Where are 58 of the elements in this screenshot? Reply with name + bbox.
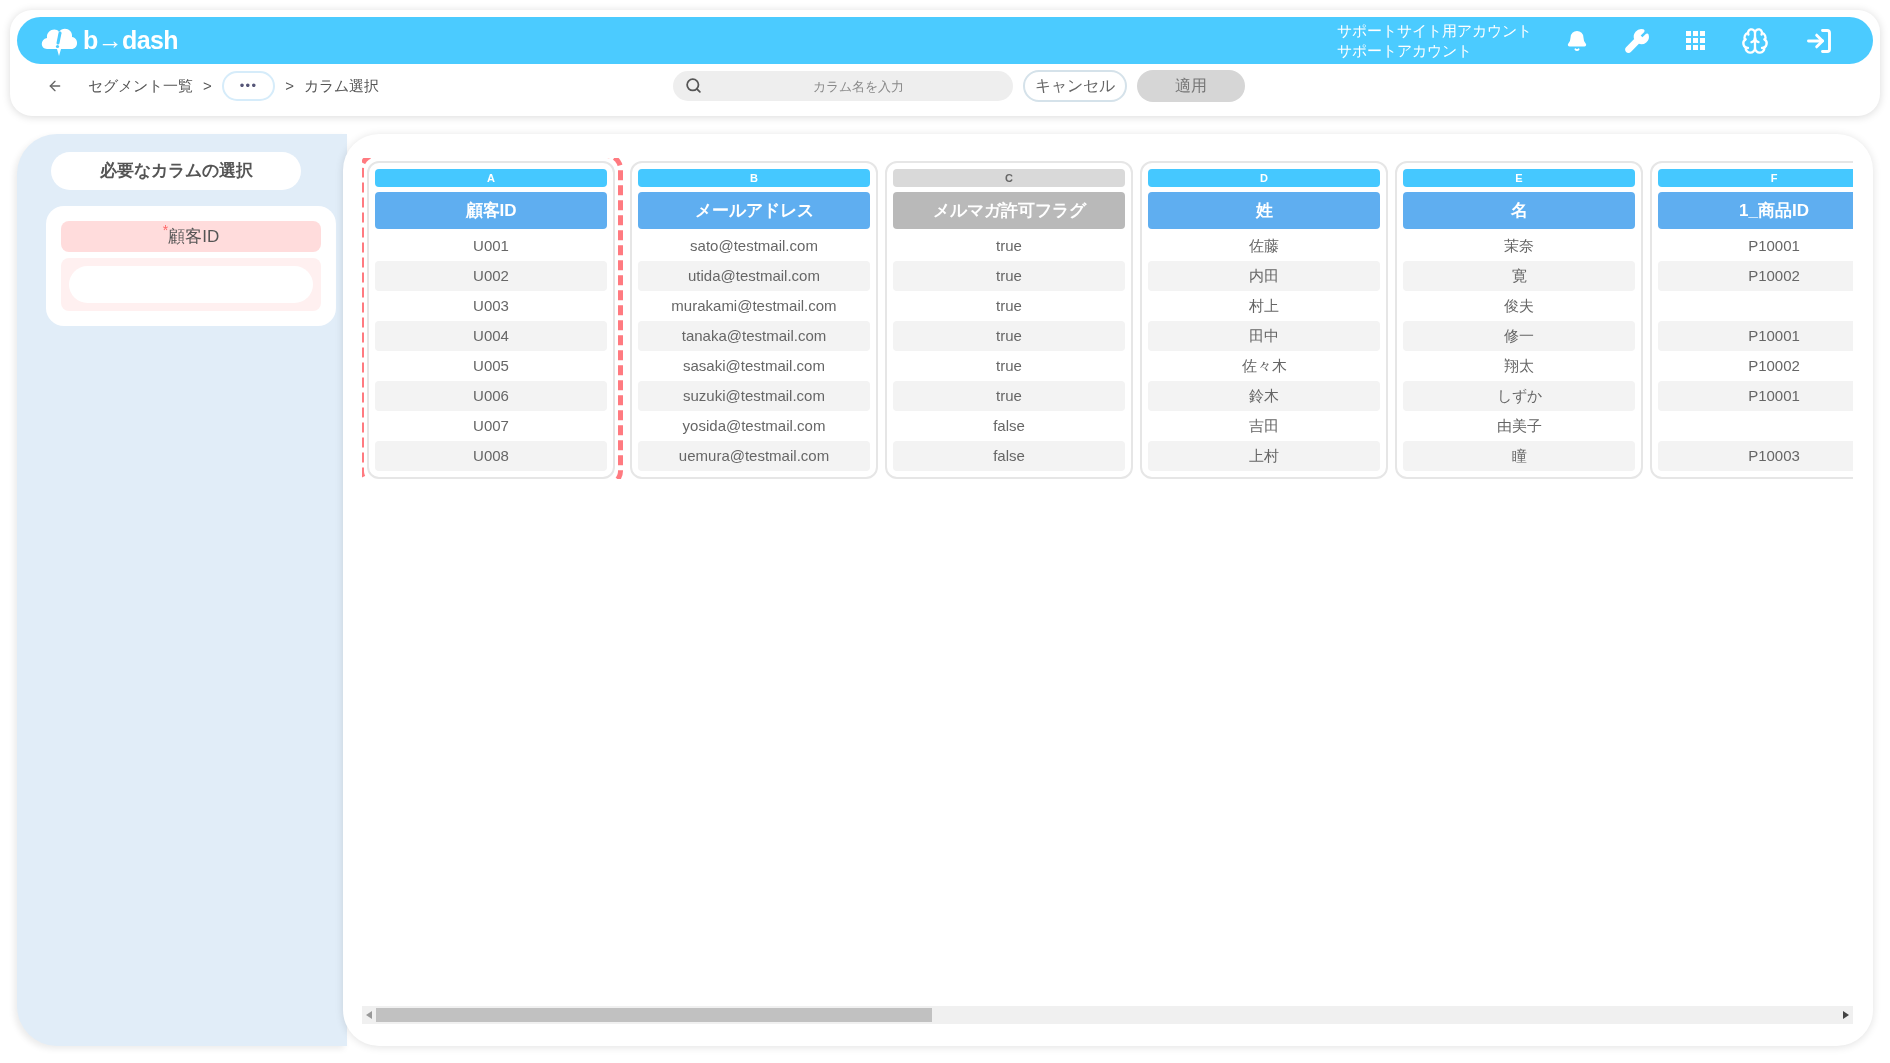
table-cell: true <box>893 261 1125 291</box>
more-breadcrumb-button[interactable]: ••• <box>221 71 276 101</box>
brain-icon[interactable] <box>1741 26 1769 55</box>
account-name: サポートサイト用アカウント <box>1337 20 1532 41</box>
notification-bell-icon[interactable] <box>1566 29 1588 52</box>
table-cell: U008 <box>375 441 607 471</box>
table-cell: U006 <box>375 381 607 411</box>
column-letter: D <box>1148 169 1380 187</box>
sidebar-title: 必要なカラムの選択 <box>51 152 301 190</box>
scrollbar-thumb[interactable] <box>376 1008 932 1022</box>
column-letter: B <box>638 169 870 187</box>
cancel-button[interactable]: キャンセル <box>1023 70 1128 102</box>
table-cell: U002 <box>375 261 607 291</box>
column-card[interactable]: C メルマガ許可フラグ true true true true true true false false <box>885 161 1133 479</box>
table-cell: 瞳 <box>1403 441 1635 471</box>
table-cell: true <box>893 381 1125 411</box>
scroll-left-icon[interactable] <box>366 1011 372 1019</box>
search-icon <box>685 77 703 94</box>
breadcrumb-link[interactable]: セグメント一覧 <box>88 74 193 98</box>
table-cell: suzuki@testmail.com <box>638 381 870 411</box>
column-card[interactable]: F 1_商品ID P10001 P10002 P10001 P10002 P10001 P10003 <box>1650 161 1853 479</box>
column-card[interactable]: B メールアドレス sato@testmail.com utida@testmail.com murakami@testmail.com tanaka@testmail.com sasaki@testmail.com suzuki@testmail.com yosida@testmail.com uemura@testmail.com <box>630 161 878 479</box>
table-cell: P10002 <box>1658 261 1853 291</box>
table-cell: U004 <box>375 321 607 351</box>
breadcrumb-link[interactable]: カラム選択 <box>304 74 380 98</box>
table-cell: tanaka@testmail.com <box>638 321 870 351</box>
breadcrumb-separator: > <box>285 75 295 96</box>
column-letter: F <box>1658 169 1853 187</box>
table-cell: 修一 <box>1403 321 1635 351</box>
breadcrumb-separator: > <box>203 75 212 96</box>
logout-icon[interactable] <box>1805 26 1833 55</box>
column-letter: A <box>375 169 607 187</box>
table-cell: しずか <box>1403 381 1635 411</box>
table-cell: P10003 <box>1658 441 1853 471</box>
required-field-label: $^{*}$顧客ID <box>61 221 321 252</box>
account-name: サポートアカウント <box>1337 40 1473 61</box>
horizontal-scrollbar[interactable] <box>362 1006 1853 1024</box>
table-cell: false <box>893 441 1125 471</box>
column-letter: E <box>1403 169 1635 187</box>
column-letter: C <box>893 169 1125 187</box>
settings-wrench-icon[interactable] <box>1624 27 1650 54</box>
table-cell: 鈴木 <box>1148 381 1380 411</box>
table-cell: 上村 <box>1148 441 1380 471</box>
table-cell: 内田 <box>1148 261 1380 291</box>
apps-grid-icon[interactable] <box>1686 31 1705 50</box>
table-cell: true <box>893 321 1125 351</box>
table-cell: 寛 <box>1403 261 1635 291</box>
scroll-right-icon[interactable] <box>1843 1011 1849 1019</box>
column-card[interactable]: E 名 茉奈 寛 俊夫 修一 翔太 しずか 由美子 瞳 <box>1395 161 1643 479</box>
search-field[interactable]: カラム名を入力 <box>673 71 1014 101</box>
column-card[interactable]: D 姓 佐藤 内田 村上 田中 佐々木 鈴木 吉田 上村 <box>1140 161 1388 479</box>
table-cell: P10001 <box>1658 381 1853 411</box>
column-card[interactable]: A 顧客ID U001 U002 U003 U004 U005 U006 U007 U008 <box>367 161 615 479</box>
table-cell: P10001 <box>1658 321 1853 351</box>
logo-text: b→dash <box>83 24 178 56</box>
table-cell: uemura@testmail.com <box>638 441 870 471</box>
table-cell: 田中 <box>1148 321 1380 351</box>
table-cell: utida@testmail.com <box>638 261 870 291</box>
